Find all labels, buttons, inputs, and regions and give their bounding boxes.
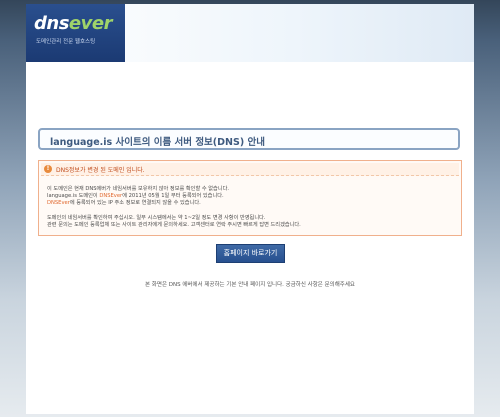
page-title: language.is 사이트의 이름 서버 정보(DNS) 안내: [50, 137, 265, 148]
logo-suffix: ever: [68, 13, 113, 34]
footer-text: 본 화면은 DNS 에버에서 제공하는 기본 안내 페이지 입니다. 궁금하신 …: [145, 282, 355, 288]
logo-tagline: 도메인관리 전문 웹호스팅: [36, 39, 96, 45]
page-container: dnsever 도메인관리 전문 웹호스팅 language.is 사이트의 이…: [26, 4, 474, 414]
notice-highlight: DNSEver: [47, 200, 70, 206]
notice-box: ! DNS정보가 변경 된 도메인 입니다. 이 도메인은 현재 DNS에버가 …: [38, 160, 462, 236]
notice-title: DNS정보가 변경 된 도메인 입니다.: [56, 167, 145, 174]
go-to-homepage-button[interactable]: 홈페이지 바로가기: [216, 244, 285, 263]
notice-line: 이 도메인은 현재 DNS에버가 네임서버를 보유하지 않아 정보를 확인할 수…: [47, 185, 229, 192]
notice-header: ! DNS정보가 변경 된 도메인 입니다.: [41, 163, 459, 176]
notice-line: DNSEver에 등록되어 있는 IP 주소 정보로 연결되지 않을 수 있습니…: [47, 199, 201, 206]
notice-line: language.is 도메인이 DNSEver에 2011년 05월 1일 부…: [47, 192, 224, 199]
logo-prefix: dns: [34, 13, 69, 34]
header: dnsever 도메인관리 전문 웹호스팅: [26, 4, 474, 62]
warning-icon: !: [44, 165, 52, 173]
notice-line-text: 에 등록되어 있는 IP 주소 정보로 연결되지 않을 수 있습니다.: [69, 200, 201, 206]
notice-line-text: 관련 문의는 도메인 등록업체 또는 사이트 관리자에게 문의하세요. 고객센터…: [47, 222, 301, 228]
notice-line: 도메인의 네임서버를 확인하여 주십시오. 일부 시스템에서는 약 1~2일 정…: [47, 214, 266, 221]
notice-line: 관련 문의는 도메인 등록업체 또는 사이트 관리자에게 문의하세요. 고객센터…: [47, 221, 301, 228]
title-box: language.is 사이트의 이름 서버 정보(DNS) 안내: [38, 128, 460, 150]
logo[interactable]: dnsever 도메인관리 전문 웹호스팅: [26, 4, 125, 62]
logo-wordmark: dnsever: [34, 13, 112, 34]
